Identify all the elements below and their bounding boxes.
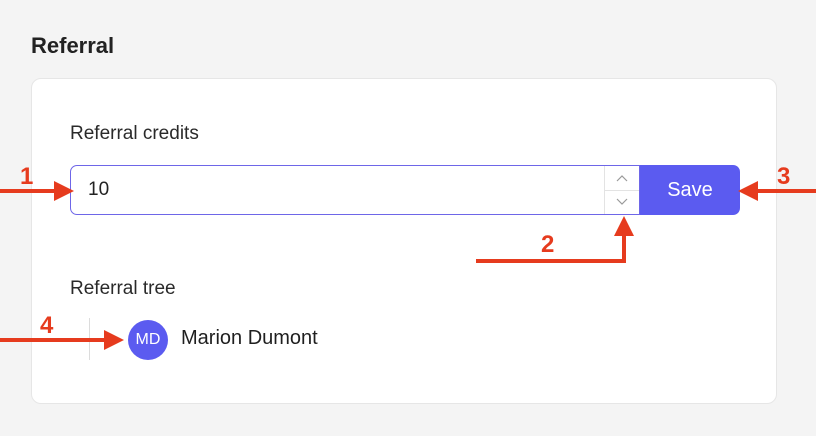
annotation-arrows: [0, 181, 816, 350]
annotation-number-2: 2: [541, 231, 555, 258]
arrow-4-head: [104, 330, 124, 350]
annotation-number-3: 3: [777, 163, 791, 190]
arrow-1-head: [54, 181, 74, 201]
arrow-3-head: [738, 181, 758, 201]
annotation-number-1: 1: [20, 163, 34, 190]
arrow-2-head: [614, 216, 634, 236]
annotation-number-4: 4: [40, 312, 54, 339]
